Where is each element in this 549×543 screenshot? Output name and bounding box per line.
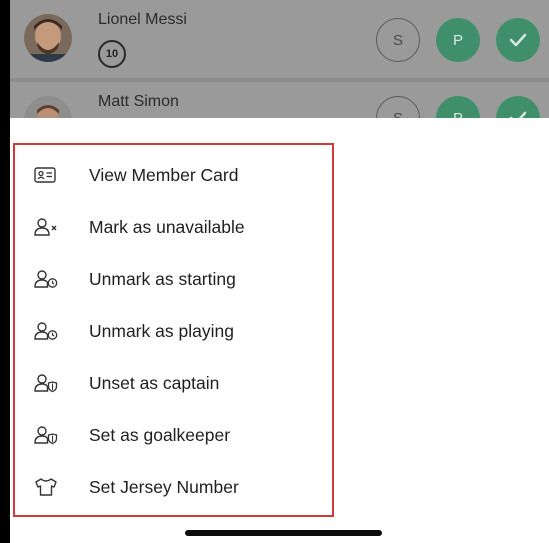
player-name: Matt Simon [98,93,179,110]
menu-item-label: Mark as unavailable [89,217,245,237]
check-icon [509,33,527,47]
menu-item-label: Unmark as starting [89,269,236,289]
menu-item-label: Unmark as playing [89,321,234,341]
menu-item-label: View Member Card [89,165,239,185]
menu-item-unmark-playing[interactable]: Unmark as playing [15,307,332,351]
player-row[interactable]: Lionel Messi 10 S P [10,0,549,78]
available-check-button[interactable] [496,18,540,62]
player-name: Lionel Messi [98,11,187,28]
avatar [24,14,72,62]
menu-item-unset-captain[interactable]: Unset as captain [15,359,332,403]
check-icon [509,111,527,118]
starting-toggle-button[interactable]: S [376,18,420,62]
playing-toggle-button[interactable]: P [436,18,480,62]
menu-item-unmark-starting[interactable]: Unmark as starting [15,255,332,299]
menu-item-mark-unavailable[interactable]: Mark as unavailable [15,203,332,247]
menu-item-label: Unset as captain [89,373,220,393]
player-action-menu: View Member Card Mark as unavailable Unm… [13,143,334,517]
playing-toggle-button[interactable]: P [436,96,480,118]
player-row[interactable]: Matt Simon S P [10,82,549,118]
screen: Lionel Messi 10 S P Matt Simon S P View … [10,0,549,543]
player-list-backdrop: Lionel Messi 10 S P Matt Simon S P [10,0,549,118]
jersey-icon [35,478,57,496]
user-clock-icon [34,270,58,288]
menu-item-set-goalkeeper[interactable]: Set as goalkeeper [15,411,332,455]
menu-item-label: Set Jersey Number [89,477,239,497]
user-clock-icon [34,322,58,340]
user-shield-icon [34,374,58,393]
home-indicator [185,530,382,536]
menu-item-view-member-card[interactable]: View Member Card [15,151,332,195]
avatar [24,96,72,118]
menu-item-set-jersey-number[interactable]: Set Jersey Number [15,463,332,507]
member-card-icon [34,167,56,183]
menu-item-label: Set as goalkeeper [89,425,231,445]
starting-toggle-button[interactable]: S [376,96,420,118]
available-check-button[interactable] [496,96,540,118]
user-shield-icon [34,426,58,445]
user-x-icon [34,218,57,236]
jersey-number-badge: 10 [98,40,126,68]
